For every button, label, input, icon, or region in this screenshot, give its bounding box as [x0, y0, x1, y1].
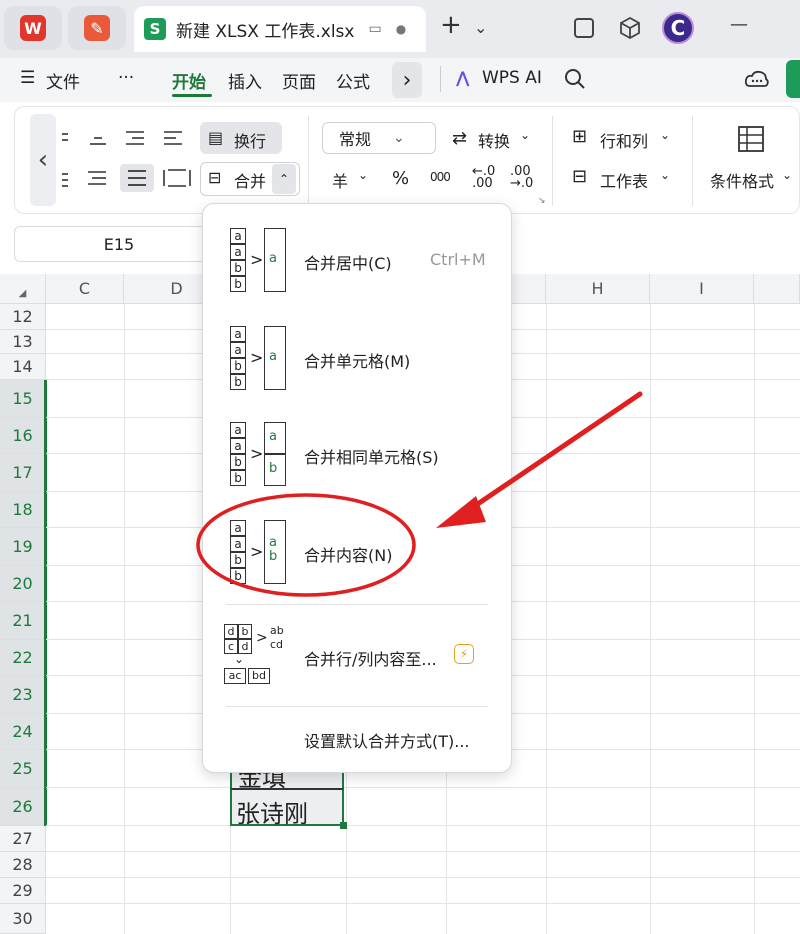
highlight-ellipse [196, 493, 416, 597]
annotation-arrow-shaft [457, 391, 643, 519]
annotation-overlay [196, 391, 643, 597]
